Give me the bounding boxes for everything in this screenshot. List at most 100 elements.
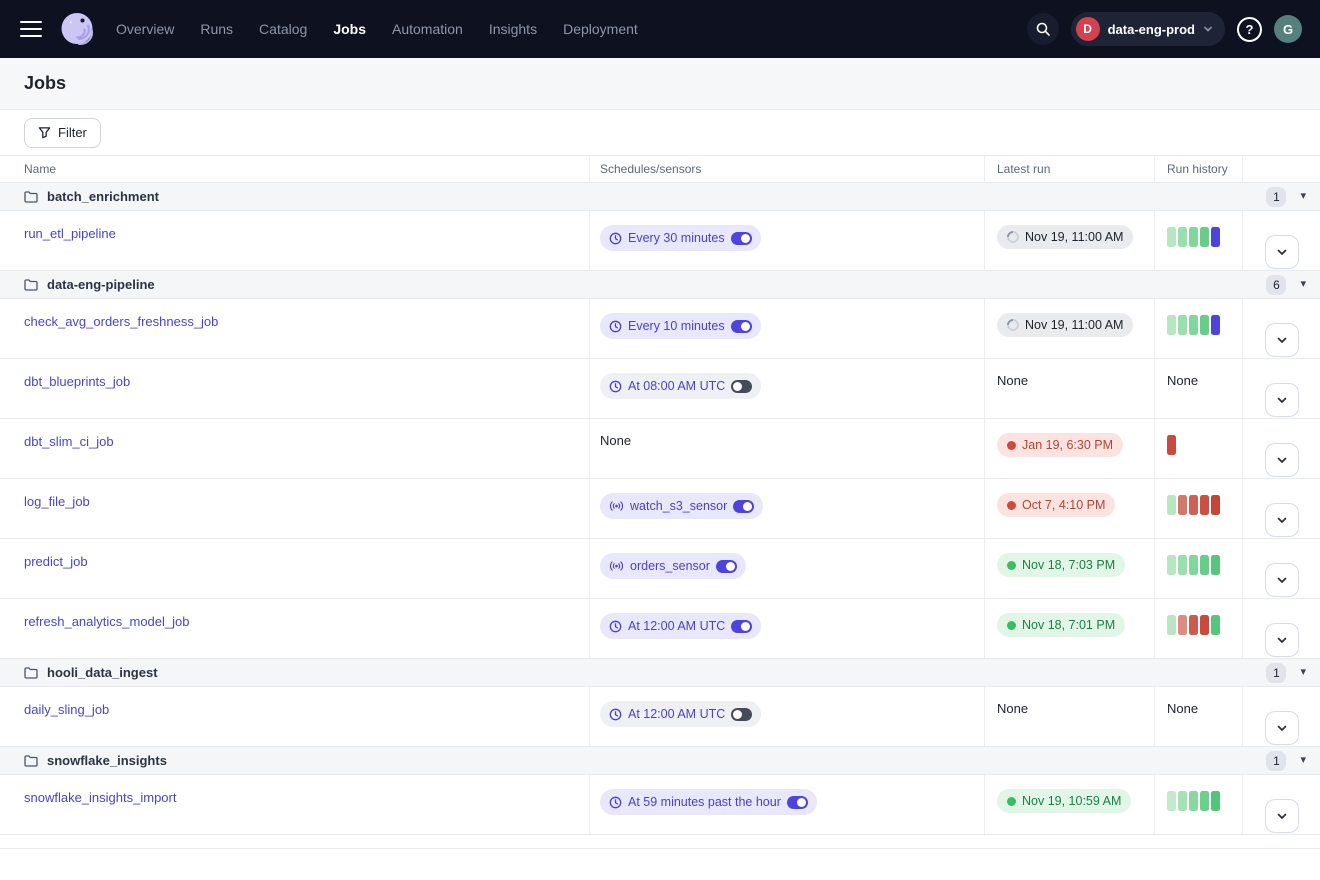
group-row[interactable]: data-eng-pipeline6▾ — [0, 271, 1320, 299]
job-name-cell: daily_sling_job — [0, 687, 590, 746]
expand-row-button[interactable] — [1265, 323, 1299, 357]
latest-run-pill[interactable]: Nov 19, 10:59 AM — [997, 789, 1131, 813]
collapse-caret-icon[interactable]: ▾ — [1300, 279, 1306, 290]
sensor-pill[interactable]: watch_s3_sensor — [600, 493, 763, 519]
run-history-bar[interactable] — [1167, 435, 1176, 455]
schedule-toggle[interactable] — [716, 560, 737, 573]
nav-item-jobs[interactable]: Jobs — [333, 21, 366, 37]
sensor-pill[interactable]: orders_sensor — [600, 553, 746, 579]
run-history-bar[interactable] — [1167, 555, 1176, 575]
latest-run-pill[interactable]: Oct 7, 4:10 PM — [997, 493, 1115, 517]
expand-row-button[interactable] — [1265, 623, 1299, 657]
job-link[interactable]: run_etl_pipeline — [24, 226, 116, 241]
job-link[interactable]: refresh_analytics_model_job — [24, 614, 189, 629]
group-row[interactable]: hooli_data_ingest1▾ — [0, 659, 1320, 687]
nav-item-catalog[interactable]: Catalog — [259, 21, 307, 37]
nav-item-insights[interactable]: Insights — [489, 21, 537, 37]
run-history-bar[interactable] — [1200, 495, 1209, 515]
schedule-toggle[interactable] — [731, 620, 752, 633]
collapse-caret-icon[interactable]: ▾ — [1300, 191, 1306, 202]
run-history-bar[interactable] — [1178, 791, 1187, 811]
schedule-pill[interactable]: At 08:00 AM UTC — [600, 373, 761, 399]
latest-run-pill[interactable]: Nov 19, 11:00 AM — [997, 313, 1133, 337]
schedule-pill[interactable]: Every 30 minutes — [600, 225, 761, 251]
job-link[interactable]: log_file_job — [24, 494, 90, 509]
run-history-bar[interactable] — [1178, 615, 1187, 635]
run-history-bar[interactable] — [1167, 315, 1176, 335]
run-history-bar[interactable] — [1200, 315, 1209, 335]
latest-run-pill[interactable]: Jan 19, 6:30 PM — [997, 433, 1123, 457]
run-history-bar[interactable] — [1211, 555, 1220, 575]
job-link[interactable]: predict_job — [24, 554, 88, 569]
latest-run-cell: None — [985, 687, 1155, 746]
run-history-bar[interactable] — [1211, 495, 1220, 515]
run-history-bar[interactable] — [1167, 495, 1176, 515]
run-history-bar[interactable] — [1189, 615, 1198, 635]
run-history-bar[interactable] — [1211, 227, 1220, 247]
schedule-pill[interactable]: Every 10 minutes — [600, 313, 761, 339]
schedule-toggle[interactable] — [731, 320, 752, 333]
run-history-bar[interactable] — [1211, 791, 1220, 811]
latest-run-pill[interactable]: Nov 18, 7:01 PM — [997, 613, 1125, 637]
schedule-pill[interactable]: At 12:00 AM UTC — [600, 613, 761, 639]
actions-cell — [1243, 359, 1320, 418]
run-history-bar[interactable] — [1167, 791, 1176, 811]
job-link[interactable]: snowflake_insights_import — [24, 790, 176, 805]
nav-item-automation[interactable]: Automation — [392, 21, 463, 37]
job-link[interactable]: check_avg_orders_freshness_job — [24, 314, 218, 329]
expand-row-button[interactable] — [1265, 503, 1299, 537]
run-history-bar[interactable] — [1189, 791, 1198, 811]
run-history-bar[interactable] — [1211, 615, 1220, 635]
run-history-bar[interactable] — [1200, 227, 1209, 247]
collapse-caret-icon[interactable]: ▾ — [1300, 755, 1306, 766]
job-link[interactable]: dbt_slim_ci_job — [24, 434, 114, 449]
schedule-toggle[interactable] — [787, 796, 808, 809]
run-history-bar[interactable] — [1200, 615, 1209, 635]
nav-item-overview[interactable]: Overview — [116, 21, 174, 37]
workspace-initial-badge: D — [1076, 17, 1100, 41]
expand-row-button[interactable] — [1265, 235, 1299, 269]
user-avatar[interactable]: G — [1274, 15, 1302, 43]
run-history-bar[interactable] — [1178, 555, 1187, 575]
run-history-bar[interactable] — [1178, 495, 1187, 515]
run-history-bar[interactable] — [1178, 315, 1187, 335]
latest-run-pill[interactable]: Nov 18, 7:03 PM — [997, 553, 1125, 577]
job-link[interactable]: daily_sling_job — [24, 702, 109, 717]
run-history-bar[interactable] — [1167, 227, 1176, 247]
job-link[interactable]: dbt_blueprints_job — [24, 374, 130, 389]
search-button[interactable] — [1027, 13, 1059, 45]
run-history-bar[interactable] — [1200, 791, 1209, 811]
nav-item-deployment[interactable]: Deployment — [563, 21, 638, 37]
menu-icon[interactable] — [20, 21, 42, 37]
schedule-cell: At 08:00 AM UTC — [590, 359, 985, 418]
run-history-bar[interactable] — [1189, 555, 1198, 575]
dagster-logo-icon[interactable] — [58, 10, 96, 48]
run-history-bar[interactable] — [1178, 227, 1187, 247]
run-history-bar[interactable] — [1211, 315, 1220, 335]
group-row[interactable]: snowflake_insights1▾ — [0, 747, 1320, 775]
schedule-pill[interactable]: At 59 minutes past the hour — [600, 789, 817, 815]
run-history-bar[interactable] — [1189, 227, 1198, 247]
expand-row-button[interactable] — [1265, 799, 1299, 833]
collapse-caret-icon[interactable]: ▾ — [1300, 667, 1306, 678]
run-history-bar[interactable] — [1189, 315, 1198, 335]
schedule-toggle[interactable] — [731, 232, 752, 245]
group-row[interactable]: batch_enrichment1▾ — [0, 183, 1320, 211]
schedule-toggle[interactable] — [731, 380, 752, 393]
help-button[interactable]: ? — [1237, 17, 1262, 42]
expand-row-button[interactable] — [1265, 711, 1299, 745]
latest-run-none-label: None — [997, 373, 1154, 388]
expand-row-button[interactable] — [1265, 383, 1299, 417]
run-history-bar[interactable] — [1200, 555, 1209, 575]
schedule-toggle[interactable] — [733, 500, 754, 513]
expand-row-button[interactable] — [1265, 443, 1299, 477]
nav-item-runs[interactable]: Runs — [200, 21, 233, 37]
run-history-bar[interactable] — [1167, 615, 1176, 635]
filter-button[interactable]: Filter — [24, 118, 101, 148]
expand-row-button[interactable] — [1265, 563, 1299, 597]
schedule-pill[interactable]: At 12:00 AM UTC — [600, 701, 761, 727]
schedule-toggle[interactable] — [731, 708, 752, 721]
latest-run-pill[interactable]: Nov 19, 11:00 AM — [997, 225, 1133, 249]
run-history-bar[interactable] — [1189, 495, 1198, 515]
workspace-switcher[interactable]: D data-eng-prod — [1071, 12, 1225, 46]
